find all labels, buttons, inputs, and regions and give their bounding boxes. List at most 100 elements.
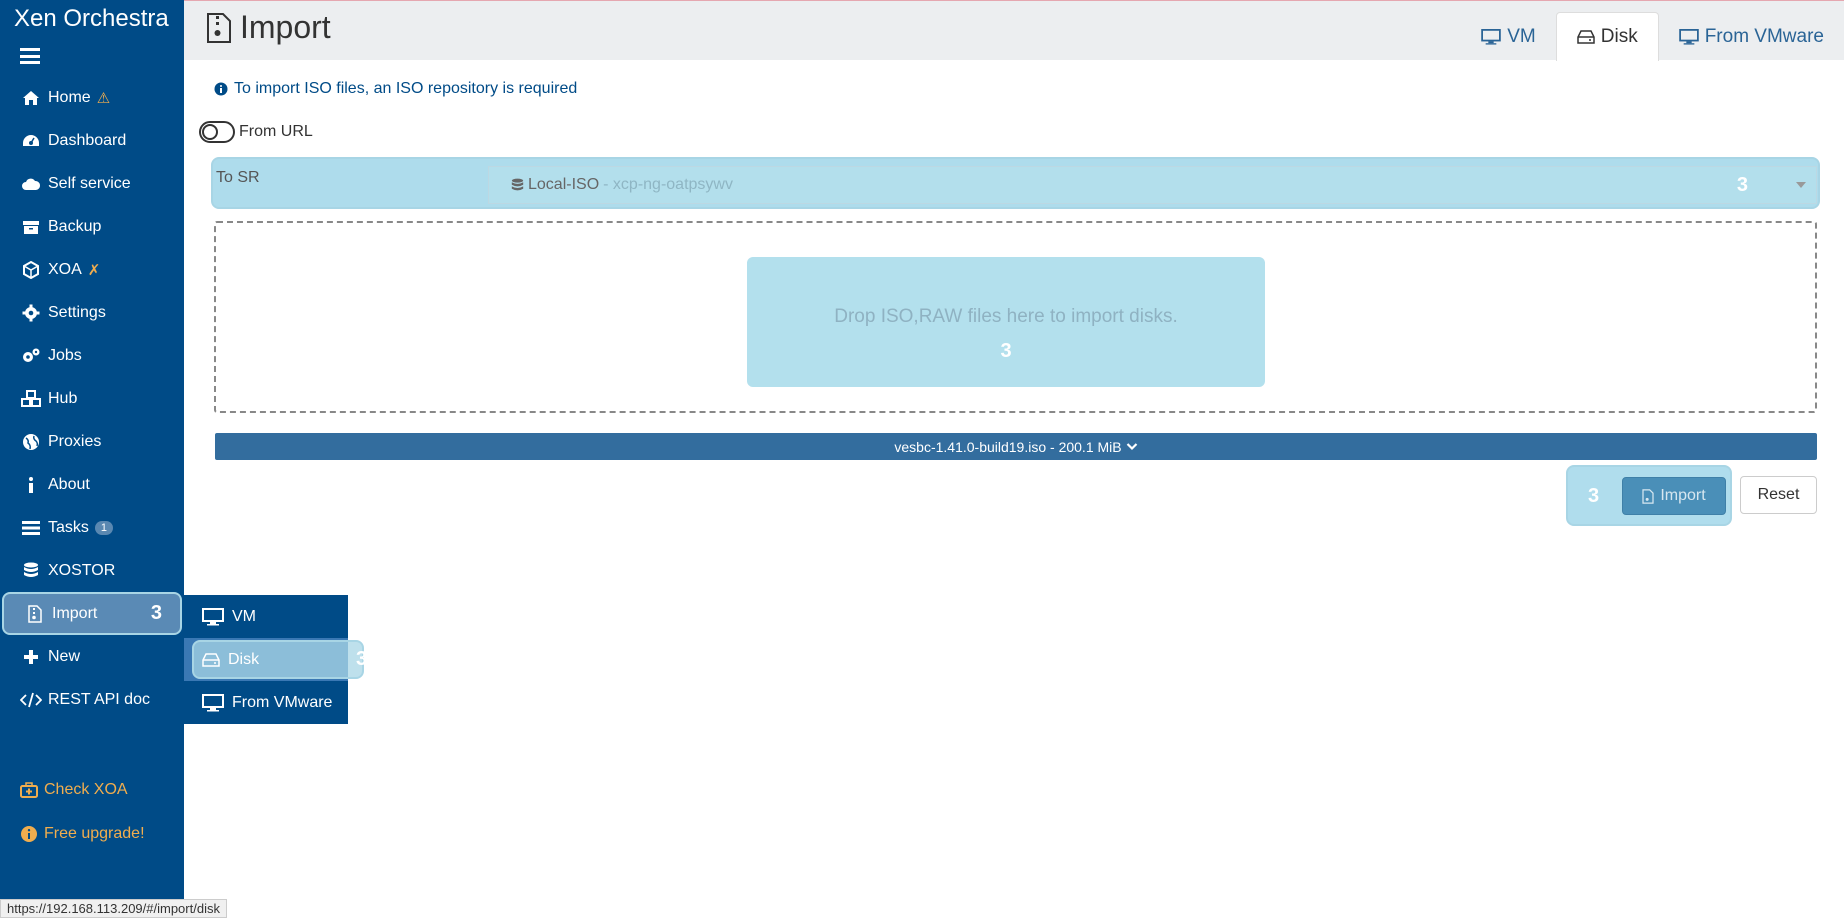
hint-marker: 3 xyxy=(1588,485,1600,507)
file-zip-icon xyxy=(206,12,232,44)
sidebar-item-label: New xyxy=(48,647,81,665)
import-submenu: VM Disk 3 From VMware xyxy=(184,595,367,724)
hint-marker: 3 xyxy=(356,648,368,670)
from-url-row: From URL xyxy=(199,121,313,143)
sidebar-item-hub[interactable]: Hub xyxy=(0,377,184,420)
hdd-icon xyxy=(202,652,220,667)
hint-marker: 3 xyxy=(1000,340,1012,362)
free-upgrade-label: Free upgrade! xyxy=(44,824,145,842)
tab-disk[interactable]: Disk xyxy=(1555,12,1659,61)
info-circle-icon xyxy=(214,82,228,96)
sidebar-item-tasks[interactable]: Tasks 1 xyxy=(0,506,184,549)
warning-icon: ⚠ xyxy=(96,89,111,107)
check-xoa-label: Check XOA xyxy=(44,780,128,798)
submenu-item-label: Disk xyxy=(228,650,260,668)
to-sr-row: To SR Local-ISO - xcp-ng-oatpsywv 3 xyxy=(211,157,1820,209)
tab-vm[interactable]: VM xyxy=(1461,12,1556,61)
from-url-toggle[interactable] xyxy=(199,121,235,143)
cube-icon xyxy=(20,260,42,280)
chevron-down-icon[interactable] xyxy=(1796,182,1806,188)
sidebar-item-rest-api-doc[interactable]: REST API doc xyxy=(0,678,184,721)
import-button-highlight: 3 Import xyxy=(1566,465,1732,526)
gear-icon xyxy=(20,303,42,323)
sidebar-item-label: Self service xyxy=(48,174,131,192)
tab-label: Disk xyxy=(1600,26,1638,47)
database-icon xyxy=(511,178,524,193)
selected-file-label: vesbc-1.41.0-build19.iso - 200.1 MiB xyxy=(894,438,1122,455)
info-text: To import ISO files, an ISO repository i… xyxy=(234,80,578,97)
cubes-icon xyxy=(20,389,42,409)
check-xoa-link[interactable]: Check XOA xyxy=(0,768,184,811)
desktop-icon xyxy=(202,693,224,712)
desktop-icon xyxy=(1678,28,1699,45)
page-title: Import xyxy=(206,9,331,46)
submenu-item-disk[interactable]: Disk 3 xyxy=(184,638,367,681)
submenu-item-label: VM xyxy=(232,607,256,625)
file-zip-icon xyxy=(1642,488,1654,504)
sidebar-item-self-service[interactable]: Self service xyxy=(0,162,184,205)
hdd-icon xyxy=(1577,30,1595,44)
from-url-label: From URL xyxy=(239,123,313,140)
home-icon xyxy=(20,88,42,108)
tasks-count-badge: 1 xyxy=(94,520,114,535)
dropzone-text: Drop ISO,RAW files here to import disks. xyxy=(834,306,1178,327)
brand-title[interactable]: Xen Orchestra xyxy=(0,0,184,38)
hint-marker: 3 xyxy=(150,602,162,624)
reset-button[interactable]: Reset xyxy=(1740,476,1817,514)
submenu-item-from-vmware[interactable]: From VMware xyxy=(184,681,348,724)
sidebar-item-settings[interactable]: Settings xyxy=(0,291,184,334)
sidebar-item-about[interactable]: About xyxy=(0,463,184,506)
sidebar-item-label: Home xyxy=(48,88,91,106)
cloud-icon xyxy=(20,174,42,194)
import-button-label: Import xyxy=(1660,487,1706,504)
page-header: Import VM Disk From VMware xyxy=(184,0,1844,61)
selected-file-toggle[interactable]: vesbc-1.41.0-build19.iso - 200.1 MiB xyxy=(215,433,1817,460)
iso-info-message: To import ISO files, an ISO repository i… xyxy=(214,80,577,98)
sidebar-item-new[interactable]: New xyxy=(0,635,184,678)
xoa-status-icon: ✗ xyxy=(87,261,101,279)
sidebar: Xen Orchestra Home ⚠ Dashboard Self serv… xyxy=(0,0,184,918)
sidebar-item-label: REST API doc xyxy=(48,690,150,708)
database-icon xyxy=(20,561,42,581)
sidebar-item-dashboard[interactable]: Dashboard xyxy=(0,119,184,162)
sidebar-item-jobs[interactable]: Jobs xyxy=(0,334,184,377)
sidebar-item-backup[interactable]: Backup xyxy=(0,205,184,248)
sidebar-item-label: Hub xyxy=(48,389,78,407)
tab-from-vmware[interactable]: From VMware xyxy=(1659,12,1844,61)
dropzone-highlight[interactable]: Drop ISO,RAW files here to import disks.… xyxy=(747,257,1265,387)
sidebar-item-label: XOSTOR xyxy=(48,561,116,579)
dashboard-icon xyxy=(20,131,42,151)
submenu-item-label: From VMware xyxy=(232,693,333,711)
file-zip-icon xyxy=(24,604,46,624)
sidebar-item-label: Backup xyxy=(48,217,102,235)
sidebar-item-label: Settings xyxy=(48,303,106,321)
desktop-icon xyxy=(202,607,224,626)
desktop-icon xyxy=(1481,28,1502,45)
sidebar-item-label: Dashboard xyxy=(48,131,127,149)
import-button[interactable]: Import xyxy=(1622,477,1726,515)
sidebar-item-xostor[interactable]: XOSTOR xyxy=(0,549,184,592)
import-tabs: VM Disk From VMware xyxy=(1461,12,1844,61)
archive-icon xyxy=(20,217,42,237)
info-icon xyxy=(20,475,42,495)
sidebar-nav: Home ⚠ Dashboard Self service Backup XOA… xyxy=(0,76,184,721)
submenu-item-vm[interactable]: VM xyxy=(184,595,348,638)
code-icon xyxy=(20,690,42,710)
hint-marker: 3 xyxy=(1736,173,1748,196)
to-sr-label: To SR xyxy=(216,169,260,186)
medkit-icon xyxy=(20,781,38,798)
hamburger-menu-icon[interactable] xyxy=(20,48,40,64)
chevron-down-icon xyxy=(1126,442,1138,451)
sidebar-item-import[interactable]: Import 3 xyxy=(2,592,182,635)
globe-icon xyxy=(20,432,42,452)
page-title-text: Import xyxy=(240,9,331,45)
sidebar-item-xoa[interactable]: XOA ✗ xyxy=(0,248,184,291)
tasks-icon xyxy=(20,518,42,538)
sidebar-item-proxies[interactable]: Proxies xyxy=(0,420,184,463)
sidebar-item-home[interactable]: Home ⚠ xyxy=(0,76,184,119)
sr-name: Local-ISO xyxy=(528,176,600,193)
plus-icon xyxy=(20,647,42,667)
sr-select[interactable]: Local-ISO - xcp-ng-oatpsywv 3 xyxy=(488,166,1817,204)
file-dropzone[interactable]: Drop ISO,RAW files here to import disks.… xyxy=(214,221,1817,413)
free-upgrade-link[interactable]: Free upgrade! xyxy=(0,812,184,855)
